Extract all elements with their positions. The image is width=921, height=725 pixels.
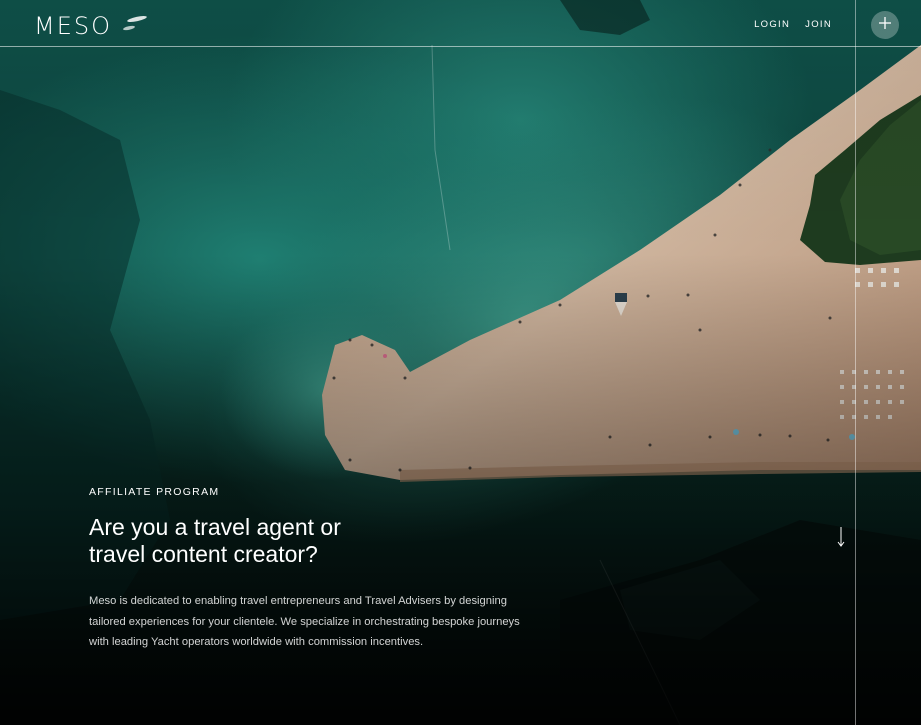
header-nav: LOGIN JOIN bbox=[754, 19, 832, 30]
vertical-divider bbox=[855, 0, 856, 725]
section-eyebrow: AFFILIATE PROGRAM bbox=[89, 486, 220, 498]
hero-headline: Are you a travel agent or travel content… bbox=[89, 514, 539, 568]
join-link[interactable]: JOIN bbox=[805, 19, 832, 30]
header-divider bbox=[0, 46, 921, 47]
scroll-down-arrow-icon[interactable] bbox=[836, 526, 846, 553]
headline-line-1: Are you a travel agent or bbox=[89, 514, 341, 540]
headline-line-2: travel content creator? bbox=[89, 541, 318, 567]
login-link[interactable]: LOGIN bbox=[754, 19, 790, 30]
brand-logo[interactable]: MESO bbox=[34, 12, 150, 39]
hero-description: Meso is dedicated to enabling travel ent… bbox=[89, 595, 520, 648]
logo-text: MESO bbox=[34, 11, 112, 40]
menu-plus-button[interactable] bbox=[871, 11, 899, 39]
boat-icon bbox=[120, 12, 150, 39]
plus-icon bbox=[878, 16, 892, 35]
hero-content: AFFILIATE PROGRAM Are you a travel agent… bbox=[89, 486, 539, 653]
